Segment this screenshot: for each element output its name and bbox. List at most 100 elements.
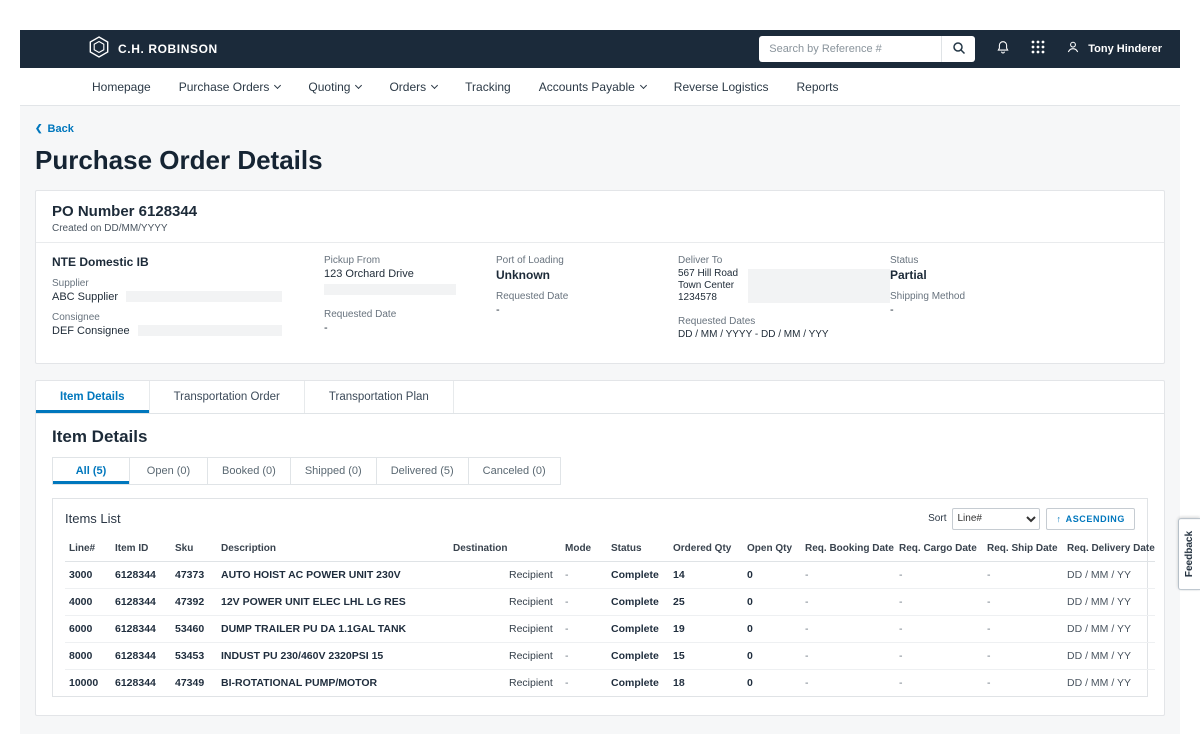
nav-item-label: Orders: [389, 80, 426, 94]
sort-controls: Sort Line# ↑ ASCENDING: [928, 508, 1135, 530]
items-table-head-row: Line#Item IDSkuDescriptionDestinationMod…: [65, 536, 1155, 562]
table-cell: 6000: [65, 615, 111, 642]
shipping-method-value: -: [890, 304, 1148, 316]
nav-item-label: Tracking: [465, 80, 511, 94]
table-cell: -: [983, 642, 1063, 669]
table-cell: -: [895, 669, 983, 696]
pickup-requested-date-label: Requested Date: [324, 309, 496, 320]
tab-item-details[interactable]: Item Details: [36, 381, 150, 413]
po-summary-card: PO Number 6128344 Created on DD/MM/YYYY …: [35, 190, 1165, 364]
nav-item-tracking[interactable]: Tracking: [465, 80, 511, 94]
table-cell: 10000: [65, 669, 111, 696]
table-cell: DD / MM / YY: [1063, 669, 1155, 696]
nav-item-label: Homepage: [92, 80, 151, 94]
chevron-down-icon: [640, 81, 647, 88]
feedback-tab[interactable]: Feedback: [1178, 518, 1200, 590]
table-cell: 47392: [171, 588, 217, 615]
bell-icon: [995, 39, 1011, 60]
sort-select[interactable]: Line#: [952, 508, 1040, 530]
table-cell: Complete: [607, 615, 669, 642]
table-cell: Recipient: [449, 642, 561, 669]
nav-item-orders[interactable]: Orders: [389, 80, 437, 94]
supplier-value: ABC Supplier: [52, 291, 118, 303]
table-cell: -: [983, 588, 1063, 615]
shipping-method-label: Shipping Method: [890, 291, 1148, 302]
table-row: 3000612834447373AUTO HOIST AC POWER UNIT…: [65, 561, 1155, 588]
port-of-loading-value: Unknown: [496, 268, 678, 282]
table-cell: Complete: [607, 588, 669, 615]
filter-booked-0[interactable]: Booked (0): [208, 457, 291, 485]
chevron-down-icon: [274, 81, 281, 88]
table-cell: Complete: [607, 669, 669, 696]
table-cell: -: [895, 615, 983, 642]
po-column-port: Port of Loading Unknown Requested Date -: [496, 255, 678, 349]
items-list-header: Items List Sort Line# ↑ ASCENDING: [65, 508, 1135, 530]
page-title: Purchase Order Details: [35, 145, 1165, 176]
column-header-line: Line#: [65, 536, 111, 562]
column-header-sku: Sku: [171, 536, 217, 562]
column-header-destination: Destination: [449, 536, 561, 562]
table-cell: -: [561, 615, 607, 642]
tab-transportation-order[interactable]: Transportation Order: [150, 381, 305, 413]
filter-delivered-5[interactable]: Delivered (5): [377, 457, 469, 485]
column-header-mode: Mode: [561, 536, 607, 562]
column-header-req-ship-date: Req. Ship Date: [983, 536, 1063, 562]
user-menu[interactable]: Tony Hinderer: [1065, 39, 1162, 60]
back-link[interactable]: ❮ Back: [35, 123, 74, 135]
nav-item-label: Accounts Payable: [539, 80, 635, 94]
redaction-bar: [324, 284, 456, 295]
nav-item-accounts-payable[interactable]: Accounts Payable: [539, 80, 646, 94]
nav-item-homepage[interactable]: Homepage: [92, 80, 151, 94]
table-row: 8000612834453453INDUST PU 230/460V 2320P…: [65, 642, 1155, 669]
filter-open-0[interactable]: Open (0): [130, 457, 208, 485]
search-input[interactable]: [759, 36, 941, 62]
brand-logo-icon: [88, 36, 110, 63]
apps-menu-button[interactable]: [1031, 40, 1045, 59]
table-cell: Recipient: [449, 561, 561, 588]
brand-logo[interactable]: C.H. ROBINSON: [88, 36, 218, 63]
table-cell: 15: [669, 642, 743, 669]
redaction-bar: [138, 325, 282, 336]
table-cell: 0: [743, 615, 801, 642]
items-list-panel: Items List Sort Line# ↑ ASCENDING Line#I…: [52, 498, 1148, 697]
requested-dates-value: DD / MM / YYYY - DD / MM / YYY: [678, 329, 890, 340]
column-header-description: Description: [217, 536, 449, 562]
table-cell: DD / MM / YY: [1063, 561, 1155, 588]
status-label: Status: [890, 255, 1148, 266]
created-label: Created on: [52, 223, 101, 234]
table-cell: -: [895, 561, 983, 588]
table-cell: 25: [669, 588, 743, 615]
search-icon: [952, 41, 966, 58]
tab-transportation-plan[interactable]: Transportation Plan: [305, 381, 454, 413]
table-cell: -: [561, 588, 607, 615]
nav-item-purchase-orders[interactable]: Purchase Orders: [179, 80, 281, 94]
brand-name: C.H. ROBINSON: [118, 42, 218, 56]
table-cell: AUTO HOIST AC POWER UNIT 230V: [217, 561, 449, 588]
notifications-button[interactable]: [995, 39, 1011, 60]
table-cell: 53460: [171, 615, 217, 642]
order-type: NTE Domestic IB: [52, 255, 324, 269]
filter-shipped-0[interactable]: Shipped (0): [291, 457, 377, 485]
column-header-req-booking-date: Req. Booking Date: [801, 536, 895, 562]
header-search: [759, 36, 975, 62]
back-label: Back: [48, 123, 74, 135]
chevron-down-icon: [431, 81, 438, 88]
table-cell: 8000: [65, 642, 111, 669]
search-button[interactable]: [941, 36, 975, 62]
table-cell: DUMP TRAILER PU DA 1.1GAL TANK: [217, 615, 449, 642]
table-cell: Complete: [607, 561, 669, 588]
app-frame: C.H. ROBINSON: [20, 30, 1180, 734]
nav-item-quoting[interactable]: Quoting: [308, 80, 361, 94]
column-header-ordered-qty: Ordered Qty: [669, 536, 743, 562]
filter-all-5[interactable]: All (5): [52, 457, 130, 485]
table-cell: 12V POWER UNIT ELEC LHL LG RES: [217, 588, 449, 615]
column-header-req-cargo-date: Req. Cargo Date: [895, 536, 983, 562]
table-cell: 3000: [65, 561, 111, 588]
table-cell: -: [801, 561, 895, 588]
column-header-req-delivery-date: Req. Delivery Date: [1063, 536, 1155, 562]
table-cell: 6128344: [111, 615, 171, 642]
nav-item-reports[interactable]: Reports: [797, 80, 839, 94]
filter-canceled-0[interactable]: Canceled (0): [469, 457, 561, 485]
sort-direction-button[interactable]: ↑ ASCENDING: [1046, 508, 1135, 530]
nav-item-reverse-logistics[interactable]: Reverse Logistics: [674, 80, 769, 94]
